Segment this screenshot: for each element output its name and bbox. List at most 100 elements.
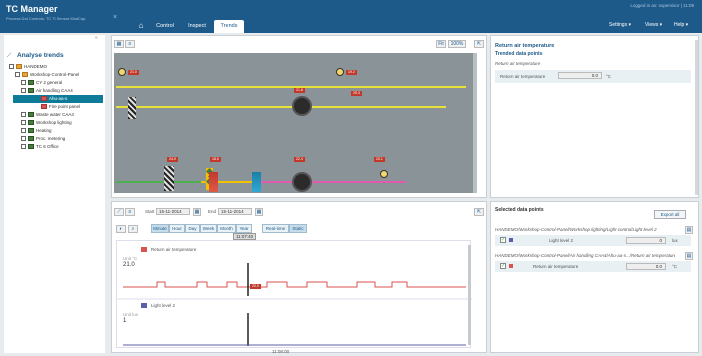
tab-trends[interactable]: Trends xyxy=(214,20,244,33)
value-tag[interactable]: 19.2 xyxy=(346,70,357,75)
popout-icon[interactable]: ⇱ xyxy=(474,208,484,216)
tree-item[interactable]: Fire point panel xyxy=(9,103,103,111)
value-tag[interactable]: 21.8 xyxy=(294,88,305,93)
range-hour[interactable]: Hour xyxy=(169,224,185,233)
row-checkbox[interactable]: ✓ xyxy=(500,237,506,243)
details-note: Return air temperature xyxy=(495,61,541,66)
zoom-level[interactable]: 100% xyxy=(448,40,466,48)
expand-icon[interactable] xyxy=(21,120,26,126)
tree-item[interactable]: Waste water CAA4 xyxy=(9,111,103,119)
graphic-view-button[interactable]: ▦ xyxy=(114,40,124,48)
cursor-value-tag: 20.0 xyxy=(250,284,261,289)
details-panel xyxy=(490,35,699,198)
value-tag[interactable]: 18.6 xyxy=(210,157,221,162)
unit-label: Unit lux xyxy=(123,312,139,317)
trend-icon: ⟋ xyxy=(7,53,12,59)
value-tag[interactable]: 20.1 xyxy=(374,157,385,162)
calendar-icon[interactable]: ▦ xyxy=(193,208,201,216)
chart-icon[interactable]: ▤ xyxy=(685,252,693,260)
fan-icon[interactable] xyxy=(292,172,312,192)
settings-toggle-icon[interactable]: ◐ xyxy=(116,225,126,233)
expand-icon[interactable] xyxy=(15,72,20,78)
row-checkbox[interactable]: ✓ xyxy=(500,263,506,269)
user-status: Logged in as: supervisor | 11:09 xyxy=(630,3,694,8)
trend-chart[interactable]: Return air temperature Unit °C 21.0 20.0… xyxy=(116,240,472,348)
table-view-button[interactable]: ≡ xyxy=(125,208,135,216)
range-week[interactable]: Week xyxy=(200,224,217,233)
tab-inspect[interactable]: Inspect xyxy=(182,20,212,33)
collapse-button[interactable]: « xyxy=(95,35,98,41)
expand-icon[interactable] xyxy=(21,112,26,118)
item-path: HANDEMO/Workshop-Control-Panel/Air handl… xyxy=(495,253,675,258)
home-icon[interactable]: ⌂ xyxy=(134,19,148,33)
panel-heading: Analyse trends xyxy=(17,52,64,59)
heater-icon[interactable] xyxy=(209,172,218,192)
series-color-swatch[interactable] xyxy=(509,238,513,242)
tree-item[interactable]: CY 2 general xyxy=(9,79,103,87)
sensor-icon[interactable] xyxy=(380,170,388,178)
mode-realtime[interactable]: Real-time xyxy=(262,224,289,233)
fit-button[interactable]: Fit xyxy=(436,40,446,48)
device-icon xyxy=(28,88,34,94)
chart-icon[interactable]: ▤ xyxy=(685,226,693,234)
mode-static[interactable]: Static xyxy=(289,224,307,233)
trend-scrollbar[interactable] xyxy=(468,245,471,345)
range-day[interactable]: Day xyxy=(185,224,200,233)
value-tag[interactable]: 22.4 xyxy=(294,157,305,162)
plant-diagram[interactable]: 21.0 19.2 25.3 21.8 24.0 18.6 22.4 20.1 xyxy=(114,53,477,193)
zoom-icon[interactable]: ⌕ xyxy=(128,225,138,233)
fan-icon[interactable] xyxy=(292,96,312,116)
device-icon xyxy=(28,80,34,86)
plant-icon xyxy=(41,104,47,110)
details-scrollbar[interactable] xyxy=(695,40,698,195)
calendar-icon[interactable]: ▦ xyxy=(255,208,263,216)
value-tag[interactable]: 21.0 xyxy=(128,70,139,75)
cooler-icon[interactable] xyxy=(252,172,261,192)
range-month[interactable]: Month xyxy=(217,224,236,233)
expand-icon[interactable] xyxy=(9,64,14,70)
start-label: Start xyxy=(145,209,155,214)
tree-item[interactable]: Workshop lighting xyxy=(9,119,103,127)
damper-icon[interactable] xyxy=(164,166,174,191)
start-date-input[interactable]: 15-11-2014 xyxy=(156,208,190,215)
tree-item-selected[interactable]: Ahu-aa-s xyxy=(13,95,103,103)
damper-icon[interactable] xyxy=(128,97,136,119)
expand-icon[interactable] xyxy=(21,88,26,94)
tree-item[interactable]: Air handling CAA4 xyxy=(9,87,103,95)
value-tag[interactable]: 24.0 xyxy=(167,157,178,162)
list-view-button[interactable]: ≡ xyxy=(125,40,135,48)
range-year[interactable]: Year xyxy=(236,224,252,233)
value-tag[interactable]: 25.3 xyxy=(351,91,362,96)
expand-icon[interactable] xyxy=(21,80,26,86)
expand-icon[interactable] xyxy=(21,144,26,150)
tree-item[interactable]: TC 6 Office xyxy=(9,143,103,151)
trend-lines xyxy=(117,263,472,346)
chart-view-button[interactable]: ⟋ xyxy=(114,208,124,216)
range-minute[interactable]: Minute xyxy=(151,224,169,233)
tree-item[interactable]: Workshop-Control-Panel xyxy=(9,71,103,79)
help-menu[interactable]: Help ▾ xyxy=(674,22,688,28)
device-icon xyxy=(28,144,34,150)
popout-icon[interactable]: ⇱ xyxy=(474,40,484,48)
expand-icon[interactable] xyxy=(21,136,26,142)
settings-menu[interactable]: Settings ▾ xyxy=(609,22,631,28)
tree: HANDEMO Workshop-Control-Panel CY 2 gene… xyxy=(9,63,103,151)
selected-title: Selected data points xyxy=(495,207,544,213)
close-icon[interactable]: × xyxy=(113,14,117,21)
diagram-scrollbar[interactable] xyxy=(473,53,477,193)
app-subtitle: Process Dot Controls: TC Ti Sensor ModCa… xyxy=(6,16,86,21)
sensor-icon[interactable] xyxy=(118,68,126,76)
tree-item[interactable]: Proc. metering xyxy=(9,135,103,143)
views-menu[interactable]: Views ▾ xyxy=(645,22,662,28)
top-bar xyxy=(0,0,702,33)
tab-control[interactable]: Control xyxy=(150,20,180,33)
end-date-input[interactable]: 15-11-2014 xyxy=(218,208,252,215)
tree-item[interactable]: HANDEMO xyxy=(9,63,103,71)
expand-icon[interactable] xyxy=(21,128,26,134)
export-all-button[interactable]: Export all xyxy=(654,210,686,219)
duct-line xyxy=(116,106,446,108)
tree-item[interactable]: Heating xyxy=(9,127,103,135)
series-color-swatch[interactable] xyxy=(509,264,513,268)
axis-value: 1 xyxy=(123,318,127,324)
sensor-icon[interactable] xyxy=(336,68,344,76)
